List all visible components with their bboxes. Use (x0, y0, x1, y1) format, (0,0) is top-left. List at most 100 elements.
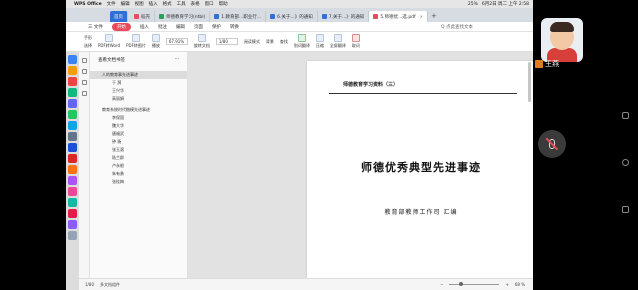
zoom-slider[interactable] (449, 282, 500, 286)
app-icon[interactable] (68, 220, 77, 229)
annotation-icon[interactable] (81, 80, 87, 85)
outline-item[interactable]: 教育系统时代楷模先进事迹 (90, 106, 187, 114)
new-tab-button[interactable]: + (431, 12, 437, 20)
sidebar-title: 查看文档书签 (98, 58, 125, 63)
mute-button[interactable] (538, 130, 566, 158)
ribbon-tab-protect[interactable]: 保护 (212, 24, 221, 30)
tab-label: 师德教育学习(ntbl) (166, 14, 206, 20)
wechat-icon[interactable] (68, 88, 77, 97)
close-tab-icon[interactable]: ✕ (420, 14, 423, 19)
toolbar-label: 播放 (151, 43, 160, 48)
tab-active-pdf[interactable]: 5.师德优...选.pdf ✕ (369, 11, 428, 22)
pdf-to-word-button[interactable]: PDF转Word (98, 34, 120, 49)
select-tool-button[interactable]: 选择 (84, 43, 92, 49)
outline-item[interactable]: 高丽娟 (90, 95, 187, 103)
find-button[interactable]: 查找 (280, 39, 288, 45)
zoom-input[interactable]: 67.91% (165, 38, 188, 45)
participant-video[interactable] (541, 18, 583, 62)
tab-document[interactable]: 6.关于...》的通知 (266, 11, 318, 22)
menu-item[interactable]: 帮助 (219, 1, 228, 7)
tab-document[interactable]: 7.关于...》的通知 (318, 11, 370, 22)
zoom-percent[interactable]: 68 % (515, 282, 525, 287)
ribbon-tab-convert[interactable]: 转换 (230, 24, 239, 30)
wps-icon[interactable] (68, 154, 77, 163)
app-name[interactable]: WPS Office (74, 2, 102, 7)
outline-item[interactable]: 于 漪 (90, 79, 187, 87)
read-mode-button[interactable]: 阅读模式 (244, 39, 260, 45)
app-icon[interactable] (68, 143, 77, 152)
tab-docer[interactable]: 稻壳 (130, 11, 155, 22)
find-text-search[interactable]: Q 点此查找文本 (441, 24, 473, 30)
outline-item[interactable]: 卢永根 (90, 162, 187, 170)
ribbon-tab-edit[interactable]: 编辑 (176, 24, 185, 30)
messages-icon[interactable] (68, 110, 77, 119)
search-icon[interactable] (81, 91, 87, 96)
ribbon-tab-page[interactable]: 页面 (194, 24, 203, 30)
app-icon[interactable] (68, 99, 77, 108)
fullscreen-translate-button[interactable]: 全屏翻译 (330, 34, 346, 49)
zoom-slider-knob[interactable] (459, 282, 464, 286)
play-button[interactable]: 播放 (151, 34, 160, 49)
outline-item[interactable]: 陆兰群 (90, 154, 187, 162)
word-pick-button[interactable]: 取词 (351, 34, 360, 49)
settings-icon[interactable] (68, 132, 77, 141)
tab-document[interactable]: 师德教育学习(ntbl) (155, 11, 211, 22)
menu-item[interactable]: 编辑 (121, 1, 130, 7)
rotate-button[interactable]: 旋转文档 (194, 34, 210, 49)
app-icon[interactable] (68, 209, 77, 218)
app-icon[interactable] (68, 176, 77, 185)
app-icon[interactable] (68, 165, 77, 174)
translate-button[interactable]: 划词翻译 (294, 34, 310, 49)
app-store-icon[interactable] (68, 121, 77, 130)
tab-document[interactable]: 1.教育部...职业行... (210, 11, 267, 22)
menu-item[interactable]: 插入 (149, 1, 158, 7)
outline-item[interactable]: 李保国 (90, 114, 187, 122)
outline-item[interactable]: 人的教育事先进事迹 (90, 71, 187, 79)
finder-icon[interactable] (68, 55, 77, 64)
menu-item[interactable]: 表格 (191, 1, 200, 7)
outline-item[interactable]: 唐福武 (90, 130, 187, 138)
status-annotation[interactable]: 多文档组件 (100, 282, 120, 288)
outline-item[interactable]: 钟 扬 (90, 138, 187, 146)
back-icon[interactable] (622, 206, 629, 213)
menu-item[interactable]: 文件 (107, 1, 116, 7)
bookmark-icon[interactable] (81, 58, 87, 63)
menu-item[interactable]: 视图 (135, 1, 144, 7)
word-doc-icon (214, 14, 220, 19)
outline-item[interactable]: 朱有勇 (90, 170, 187, 178)
hand-tool-button[interactable]: 手形 (84, 35, 92, 41)
ribbon-tab-insert[interactable]: 插入 (140, 24, 149, 30)
zoom-out-icon[interactable]: − (440, 282, 443, 287)
compress-button[interactable]: 压缩 (315, 34, 324, 49)
menu-item[interactable]: 窗口 (205, 1, 214, 7)
thumbnail-icon[interactable] (81, 69, 87, 74)
outline-item[interactable]: 王兴华 (90, 87, 187, 95)
app-icon[interactable] (68, 187, 77, 196)
menu-item[interactable]: 工具 (177, 1, 186, 7)
clock[interactable]: 6月2日 周二 上午 2:58 (482, 1, 529, 7)
outline-item[interactable]: 张玉滚 (90, 146, 187, 154)
sidebar-options-icon[interactable]: ··· (175, 57, 179, 63)
vertical-scrollbar[interactable] (528, 62, 531, 102)
pdf-to-image-button[interactable]: PDF转图片 (126, 34, 146, 49)
background-button[interactable]: 背景 (266, 39, 274, 45)
home-icon[interactable] (622, 159, 629, 166)
file-menu[interactable]: 三 文件 (88, 24, 103, 30)
tab-home[interactable]: 首页 (110, 11, 128, 22)
outline-item[interactable]: 魏大华 (90, 122, 187, 130)
app-icon[interactable] (68, 198, 77, 207)
launchpad-icon[interactable] (68, 66, 77, 75)
status-page[interactable]: 1/80 (85, 282, 94, 287)
status-bar: 1/80 多文档组件 − + 68 % (79, 278, 533, 290)
ribbon-tab-start[interactable]: 开始 (111, 22, 131, 31)
recent-apps-icon[interactable] (622, 112, 629, 119)
outline-item[interactable]: 张桂梅 (90, 178, 187, 186)
trash-icon[interactable] (68, 231, 77, 240)
menubar-status: 25% 6月2日 周二 上午 2:58 (468, 1, 533, 8)
menu-item[interactable]: 格式 (163, 1, 172, 7)
zoom-in-icon[interactable]: + (505, 282, 508, 287)
document-area[interactable]: 师德教育学习资料（三） 师德优秀典型先进事迹 教育部教师工作司 汇编 (188, 52, 533, 278)
ribbon-tab-comment[interactable]: 批注 (158, 24, 167, 30)
chrome-icon[interactable] (68, 77, 77, 86)
page-input[interactable]: 1/80 (215, 38, 238, 45)
